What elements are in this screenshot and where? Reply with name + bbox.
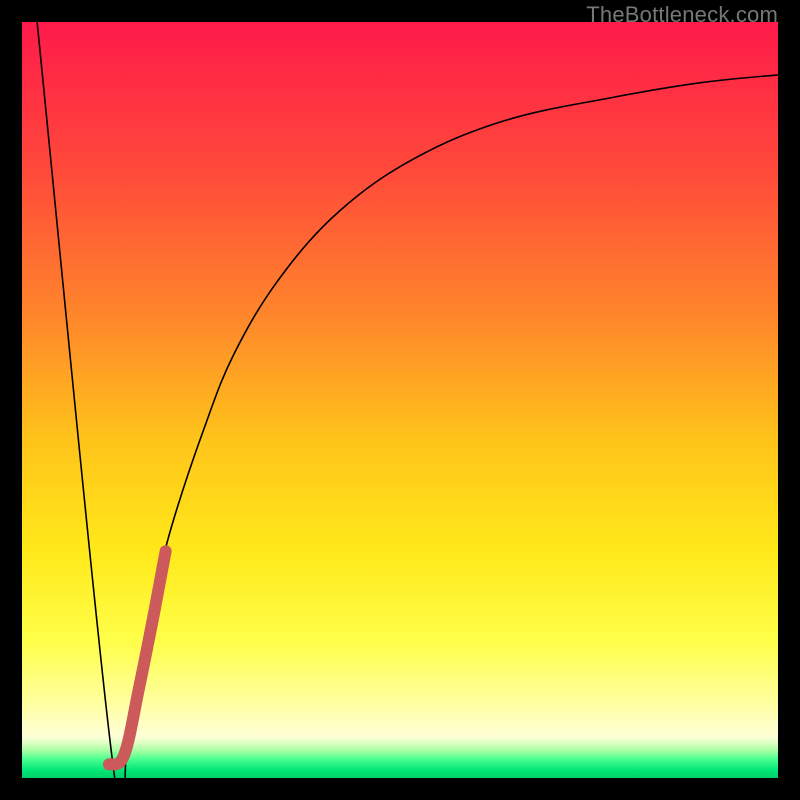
outer-frame: TheBottleneck.com <box>0 0 800 800</box>
chart-canvas <box>22 22 778 778</box>
bottleneck-chart <box>22 22 778 778</box>
gradient-background <box>22 22 778 778</box>
